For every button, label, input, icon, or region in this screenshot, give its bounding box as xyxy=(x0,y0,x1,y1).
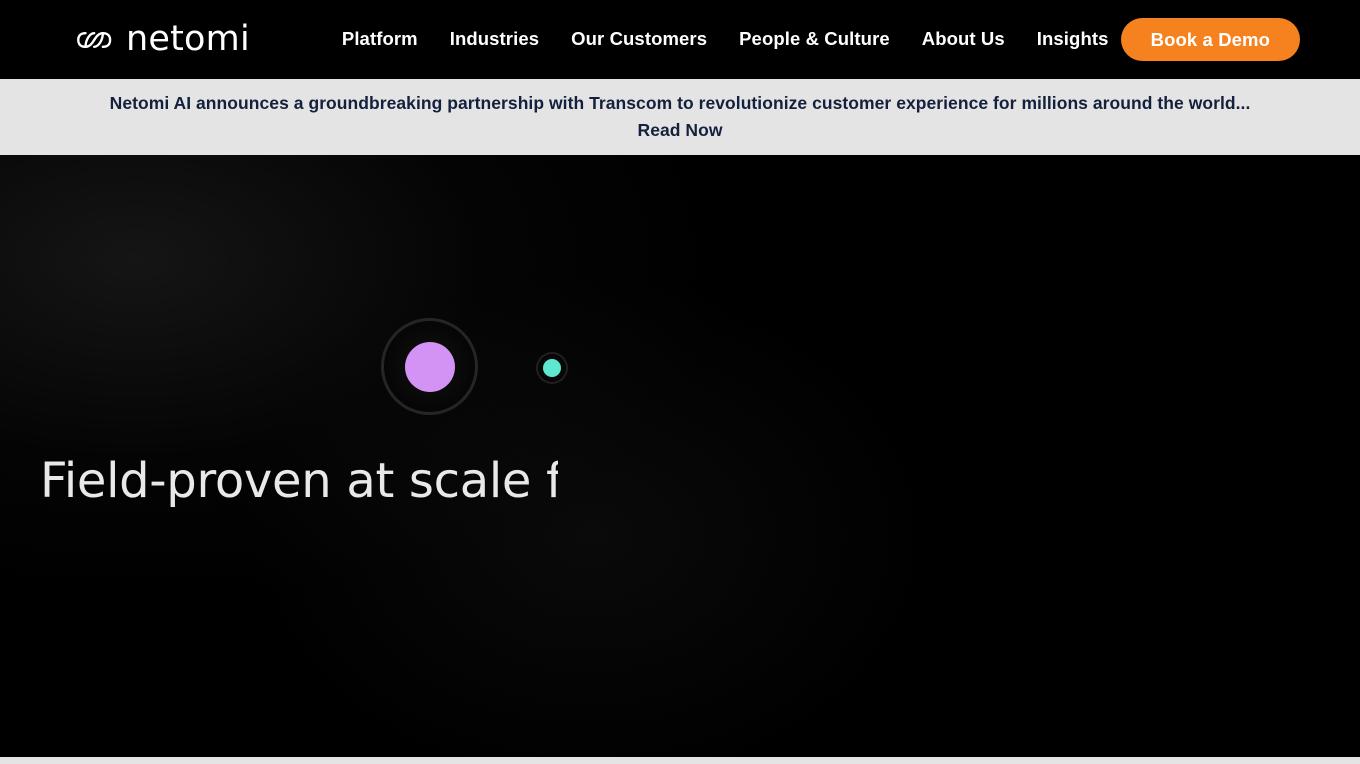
hero-background-glow-secondary xyxy=(240,275,940,757)
nav-item-people-culture[interactable]: People & Culture xyxy=(723,30,906,49)
nav-item-platform[interactable]: Platform xyxy=(326,30,434,49)
hero-headline: Field-proven at scale for the xyxy=(40,453,558,509)
small-cyan-orb-core xyxy=(543,359,561,377)
hero-section: Field-proven at scale for the xyxy=(0,155,1360,757)
nav-item-industries[interactable]: Industries xyxy=(434,30,555,49)
large-purple-orb xyxy=(381,318,478,415)
small-cyan-orb xyxy=(536,352,568,384)
page-bottom-strip xyxy=(0,757,1360,764)
large-purple-orb-core xyxy=(404,341,455,392)
hero-headline-clip: Field-proven at scale for the xyxy=(40,450,558,512)
book-a-demo-button[interactable]: Book a Demo xyxy=(1120,18,1300,61)
page-root: netomi Platform Industries Our Customers… xyxy=(0,0,1360,764)
brand-logo-link[interactable]: netomi xyxy=(76,22,250,57)
hero-background-glow xyxy=(0,155,720,595)
nav-item-insights[interactable]: Insights xyxy=(1021,30,1125,49)
netomi-loop-logo-icon xyxy=(77,31,112,48)
primary-navigation: Platform Industries Our Customers People… xyxy=(326,30,1125,49)
nav-item-about-us[interactable]: About Us xyxy=(906,30,1021,49)
brand-wordmark: netomi xyxy=(126,19,250,59)
nav-item-our-customers[interactable]: Our Customers xyxy=(555,30,723,49)
site-header: netomi Platform Industries Our Customers… xyxy=(0,0,1360,79)
announcement-banner: Netomi AI announces a groundbreaking par… xyxy=(0,79,1360,155)
announcement-read-now-link[interactable]: Read Now xyxy=(638,119,723,143)
announcement-text: Netomi AI announces a groundbreaking par… xyxy=(109,92,1251,113)
